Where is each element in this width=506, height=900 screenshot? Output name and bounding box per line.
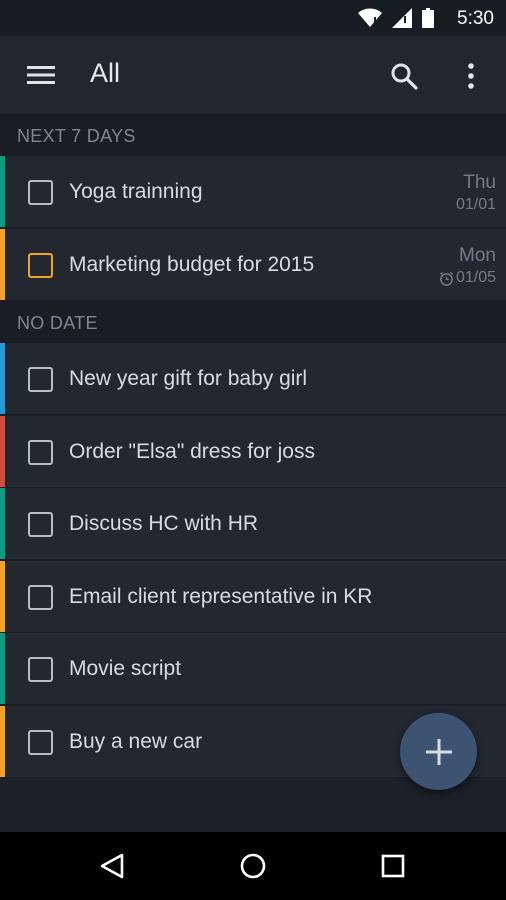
task-checkbox[interactable] — [28, 512, 53, 537]
priority-stripe — [0, 488, 5, 559]
task-row[interactable]: New year gift for baby girl — [0, 343, 506, 415]
task-due-date-value: 01/01 — [455, 196, 496, 213]
task-checkbox[interactable] — [28, 657, 53, 682]
wifi-icon — [358, 8, 382, 27]
menu-icon — [27, 66, 55, 84]
task-checkbox[interactable] — [28, 730, 53, 755]
priority-stripe — [0, 561, 5, 632]
task-row[interactable]: Discuss HC with HR — [0, 488, 506, 560]
task-label: Email client representative in KR — [69, 585, 373, 608]
task-label: Buy a new car — [69, 730, 203, 753]
menu-button[interactable] — [22, 58, 60, 92]
task-checkbox[interactable] — [28, 585, 53, 610]
status-icons — [358, 7, 434, 29]
task-row[interactable]: Movie script — [0, 633, 506, 705]
priority-stripe — [0, 633, 5, 704]
task-row[interactable]: Email client representative in KR — [0, 561, 506, 633]
task-due-day: Thu — [463, 172, 496, 193]
search-icon — [391, 63, 418, 90]
search-button[interactable] — [386, 58, 422, 94]
task-checkbox[interactable] — [28, 440, 53, 465]
more-vert-icon — [468, 63, 474, 89]
recents-button[interactable] — [375, 848, 411, 884]
priority-stripe — [0, 343, 5, 414]
task-due-date-value: 01/05 — [455, 269, 496, 286]
back-button[interactable] — [94, 848, 130, 884]
alarm-icon — [439, 271, 453, 286]
system-nav-bar — [0, 832, 506, 900]
task-label: New year gift for baby girl — [69, 367, 308, 390]
section-header-no-date: NO DATE — [0, 301, 506, 343]
task-label: Order "Elsa" dress for joss — [69, 440, 315, 463]
task-label: Yoga trainning — [69, 180, 203, 203]
more-options-button[interactable] — [456, 58, 486, 94]
priority-stripe — [0, 706, 5, 777]
task-row[interactable]: Yoga trainning Thu 01/01 — [0, 156, 506, 228]
signal-icon — [392, 8, 412, 28]
priority-stripe — [0, 416, 5, 487]
plus-icon — [425, 738, 452, 765]
task-due-date: Mon 01/05 — [439, 245, 496, 289]
status-bar: 5:30 — [0, 0, 506, 36]
task-due-date: Thu 01/01 — [456, 172, 496, 216]
task-label: Marketing budget for 2015 — [69, 253, 315, 276]
back-icon — [100, 853, 124, 879]
app-bar: All — [0, 36, 506, 114]
task-label: Discuss HC with HR — [69, 512, 259, 535]
task-checkbox[interactable] — [28, 367, 53, 392]
task-label: Movie script — [69, 657, 182, 680]
recents-icon — [381, 854, 405, 878]
task-due-day: Mon — [459, 245, 496, 266]
task-checkbox[interactable] — [28, 253, 53, 278]
section-header-next-7-days: NEXT 7 DAYS — [0, 114, 506, 156]
status-time: 5:30 — [457, 8, 494, 29]
page-title: All — [90, 58, 121, 88]
priority-stripe — [0, 229, 5, 300]
task-row[interactable]: Order "Elsa" dress for joss — [0, 416, 506, 488]
task-row[interactable]: Marketing budget for 2015 Mon 01/05 — [0, 229, 506, 301]
add-task-button[interactable] — [400, 713, 477, 790]
task-checkbox[interactable] — [28, 180, 53, 205]
home-icon — [240, 853, 266, 879]
home-button[interactable] — [235, 848, 271, 884]
battery-icon — [422, 8, 434, 28]
priority-stripe — [0, 156, 5, 227]
